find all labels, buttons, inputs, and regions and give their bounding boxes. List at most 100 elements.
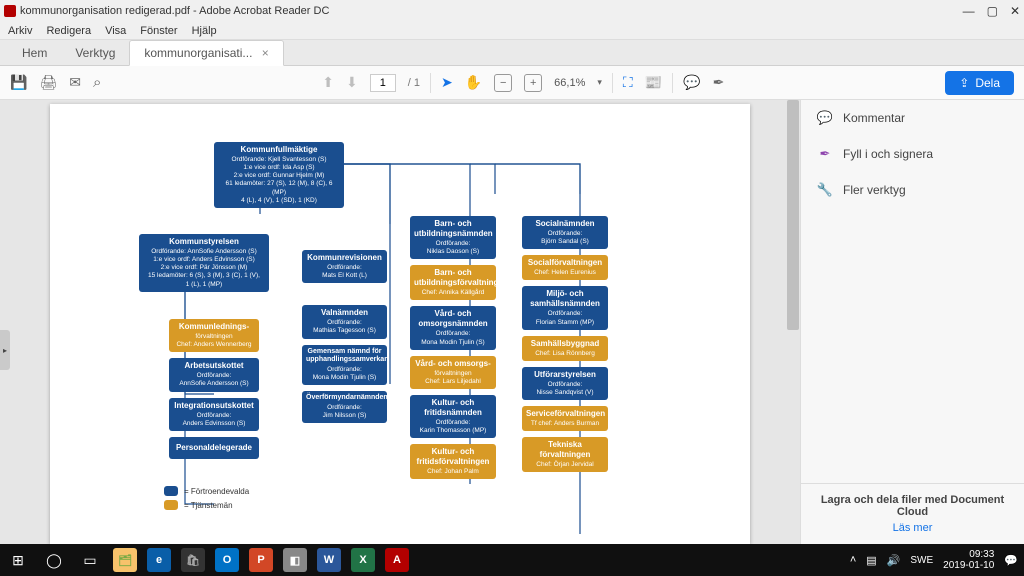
panel-more-tools[interactable]: 🔧 Fler verktyg [801,172,1024,208]
window-minimize[interactable]: — [963,4,975,18]
tab-document[interactable]: kommunorganisati... × [129,40,283,66]
tray-network-icon[interactable]: ▤ [866,554,876,567]
node-line: Ordförande: [306,404,383,412]
pointer-icon[interactable]: ➤ [441,74,453,91]
node-line: Ordförande: [526,230,604,238]
menu-visa[interactable]: Visa [105,25,126,37]
print-icon[interactable]: 🖨 [39,74,57,91]
system-tray[interactable]: ˄ ▤ 🔊 SWE 09:33 2019-01-10 💬 [844,549,1024,571]
start-button[interactable]: ⊞ [0,544,36,576]
node-line: Chef: Helen Eurenius [526,269,604,277]
node-line: Ordförande: [414,330,492,338]
col2: Kommunrevisionen Ordförande: Mats El Kot… [302,250,387,423]
hand-icon[interactable]: ✋ [465,74,482,91]
page-number-input[interactable] [370,74,396,92]
window-maximize[interactable]: ▢ [987,4,998,18]
mail-icon[interactable]: ✉ [69,74,81,91]
taskbar-edge[interactable]: e [142,544,176,576]
save-icon[interactable]: 💾 [10,74,27,91]
menu-bar: Arkiv Redigera Visa Fönster Hjälp [0,22,1024,40]
panel-label: Kommentar [843,111,905,125]
legend-label: = Tjänstemän [184,501,233,510]
legend-swatch-blue [164,486,178,496]
page-down-icon[interactable]: ⬇ [346,74,358,91]
scrollbar-thumb[interactable] [787,100,799,330]
node-title: Kommunstyrelsen [143,237,265,247]
menu-arkiv[interactable]: Arkiv [8,25,32,37]
tray-up-icon[interactable]: ˄ [850,554,856,566]
tab-document-label: kommunorganisati... [144,46,252,60]
window-close[interactable]: ✕ [1010,4,1020,18]
search-button[interactable]: ◯ [36,544,72,576]
legend-label: = Förtroendevalda [184,487,249,496]
node: Kultur- och fritidsförvaltningenChef: Jo… [410,444,496,479]
promo-link[interactable]: Läs mer [813,522,1012,534]
taskbar-app-gray[interactable]: ◧ [278,544,312,576]
panel-fill-sign[interactable]: ✒ Fyll i och signera [801,136,1024,172]
tray-notifications-icon[interactable]: 💬 [1004,554,1018,567]
node-line: förvaltningen [173,333,255,341]
reading-mode-icon[interactable]: 📰 [645,74,662,91]
toolbar-separator [430,73,431,93]
node-title: Miljö- och samhällsnämnden [526,289,604,309]
comment-icon[interactable]: 💬 [683,74,700,91]
node: SocialförvaltningenChef: Helen Eurenius [522,255,608,280]
tab-home[interactable]: Hem [8,41,61,65]
tab-close-icon[interactable]: × [262,46,269,60]
taskbar-explorer[interactable]: 🗂 [108,544,142,576]
menu-hjalp[interactable]: Hjälp [192,25,217,37]
node-line: Ordförande: AnnSofie Andersson (S) [143,248,265,256]
panel-promo: Lagra och dela filer med Document Cloud … [801,483,1024,544]
node-line: Björn Sandal (S) [526,238,604,246]
menu-fonster[interactable]: Fönster [140,25,177,37]
page-up-icon[interactable]: ⬆ [322,74,334,91]
zoom-out-button[interactable]: − [494,74,512,92]
zoom-in-button[interactable]: + [524,74,542,92]
node-line: Ordförande: [306,366,383,374]
taskbar-excel[interactable]: X [346,544,380,576]
tab-tools[interactable]: Verktyg [61,41,129,65]
toolbar-separator [612,73,613,93]
node: Barn- och utbildningsförvaltningenChef: … [410,265,496,300]
node-line: 61 ledamöter: 27 (S), 12 (M), 8 (C), 6 (… [218,180,340,196]
page-area[interactable]: ▸ ◂ Kommunfullmäktige Ordf [0,100,800,544]
app-icon [4,5,16,17]
node-title: Kultur- och fritidsnämnden [414,398,492,418]
ks-children-col: Kommunlednings- förvaltningen Chef: Ande… [169,319,259,459]
node-title: Kommunlednings- [173,322,255,332]
taskbar-store[interactable]: 🛍 [176,544,210,576]
sign-icon[interactable]: ✒ [713,74,725,91]
menu-redigera[interactable]: Redigera [46,25,91,37]
taskbar: ⊞ ◯ ▭ 🗂 e 🛍 O P ◧ W X A ˄ ▤ 🔊 SWE 09:33 … [0,544,1024,576]
node-line: Florian Stamm (MP) [526,319,604,327]
tray-volume-icon[interactable]: 🔊 [887,554,901,567]
node-line: Ordförande: [306,319,383,327]
node-line: 1:e vice ordf: Ida Asp (S) [218,164,340,172]
chevron-down-icon[interactable]: ▾ [597,77,602,88]
taskbar-acrobat[interactable]: A [380,544,414,576]
tray-clock[interactable]: 09:33 2019-01-10 [943,549,994,571]
node-title: Arbetsutskottet [173,361,255,371]
zoom-value[interactable]: 66,1% [554,77,585,89]
taskbar-powerpoint[interactable]: P [244,544,278,576]
vertical-scrollbar[interactable] [786,100,800,544]
node-line: Ordförande: [414,419,492,427]
zoom-find-icon[interactable]: ⌕ [93,74,101,91]
node-line: Chef: Örjan Jervidal [526,461,604,469]
panel-toggle-left[interactable]: ▸ [0,330,10,370]
node-kommunledning: Kommunlednings- förvaltningen Chef: Ande… [169,319,259,352]
fit-width-icon[interactable]: ⛶ [623,74,633,91]
tray-lang[interactable]: SWE [910,555,933,566]
node-line: Anders Edvinsson (S) [173,420,255,428]
taskbar-outlook[interactable]: O [210,544,244,576]
task-view-button[interactable]: ▭ [72,544,108,576]
node-integration: Integrationsutskottet Ordförande: Anders… [169,398,259,431]
taskbar-word[interactable]: W [312,544,346,576]
share-button[interactable]: ⇪ Dela [945,71,1014,95]
panel-kommentar[interactable]: 💬 Kommentar [801,100,1024,136]
window-title: kommunorganisation redigerad.pdf - Adobe… [20,5,329,17]
node: SamhällsbyggnadChef: Lisa Rönnberg [522,336,608,361]
node-title: Kommunfullmäktige [218,145,340,155]
node: Vård- och omsorgsnämndenOrdförande:Mona … [410,306,496,349]
tab-tools-label: Verktyg [75,46,115,60]
